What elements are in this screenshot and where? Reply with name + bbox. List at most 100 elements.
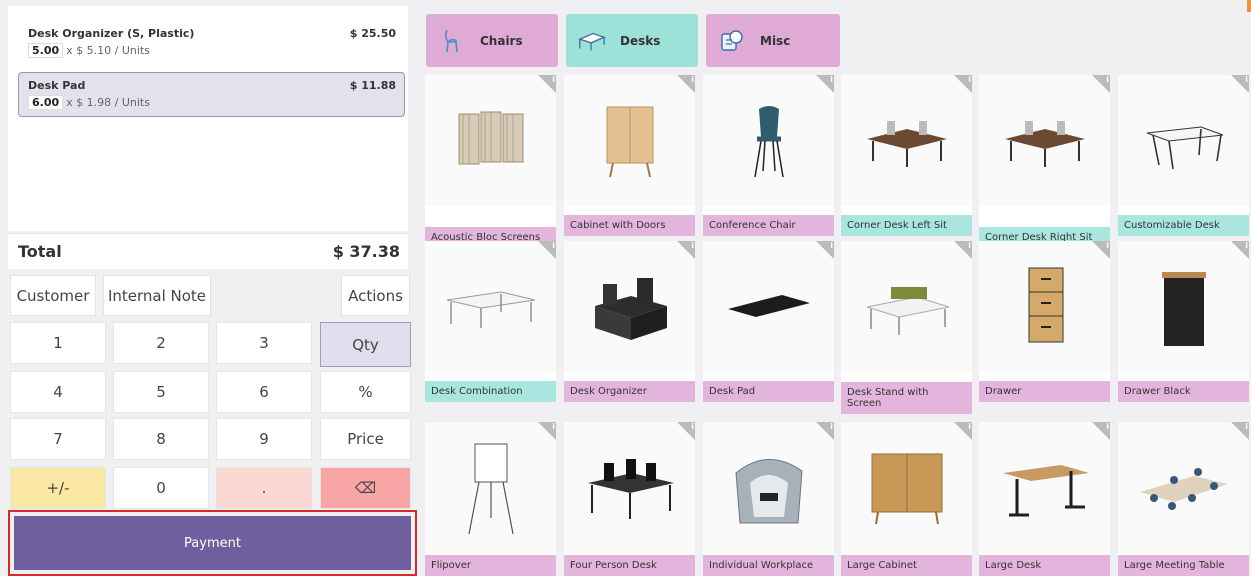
product-info-icon[interactable]: i xyxy=(954,75,972,93)
numpad-key-5[interactable]: 5 xyxy=(113,371,209,413)
product-card[interactable]: i Individual Workplace xyxy=(703,422,834,576)
desk-pad-icon xyxy=(703,241,834,372)
product-info-icon[interactable]: i xyxy=(816,75,834,93)
customer-button[interactable]: Customer xyxy=(10,275,96,316)
product-card[interactable]: i Desk Organizer xyxy=(564,241,695,402)
numpad-key-4[interactable]: 4 xyxy=(10,371,106,413)
numpad-key-2[interactable]: 2 xyxy=(113,322,209,364)
product-info-icon[interactable]: i xyxy=(677,75,695,93)
notification-indicator xyxy=(1247,0,1251,12)
screen-panels-icon xyxy=(425,75,556,206)
desk-combination-icon xyxy=(425,241,556,372)
product-card[interactable]: i Corner Desk Right Sit xyxy=(979,75,1110,248)
numpad-key-9[interactable]: 9 xyxy=(216,418,312,460)
product-info-icon[interactable]: i xyxy=(1231,241,1249,259)
large-cabinet-icon xyxy=(841,422,972,553)
pos-screen: Desk Organizer (S, Plastic) $ 25.50 5.00… xyxy=(0,0,1251,576)
order-line-unit-info: x $ 5.10 / Units xyxy=(66,44,150,57)
product-name: Drawer Black xyxy=(1118,381,1249,402)
order-line-name: Desk Organizer (S, Plastic) xyxy=(28,27,195,40)
product-info-icon[interactable]: i xyxy=(816,241,834,259)
four-desk-icon xyxy=(564,422,695,553)
product-card[interactable]: i Desk Combination xyxy=(425,241,556,402)
drawer-black-icon xyxy=(1118,241,1249,372)
product-info-icon[interactable]: i xyxy=(538,422,556,440)
product-name: Large Meeting Table xyxy=(1118,555,1249,576)
actions-button[interactable]: Actions xyxy=(341,275,410,316)
product-info-icon[interactable]: i xyxy=(954,241,972,259)
product-name: Customizable Desk xyxy=(1118,215,1249,236)
product-info-icon[interactable]: i xyxy=(538,241,556,259)
payment-button-highlight: Payment xyxy=(8,510,417,576)
payment-button[interactable]: Payment xyxy=(14,516,411,570)
product-info-icon[interactable]: i xyxy=(816,422,834,440)
order-line-price: $ 25.50 xyxy=(349,27,396,40)
misc-icon xyxy=(718,27,746,55)
numpad-key-7[interactable]: 7 xyxy=(10,418,106,460)
qty-mode-button[interactable]: Qty xyxy=(320,322,411,367)
order-line-qty: 6.00 xyxy=(28,95,64,110)
product-card[interactable]: i Flipover xyxy=(425,422,556,576)
order-line-selected[interactable]: Desk Pad $ 11.88 6.00 x $ 1.98 / Units xyxy=(18,72,405,117)
category-desks[interactable]: Desks xyxy=(566,14,698,67)
total-value: $ 37.38 xyxy=(332,242,400,261)
product-card[interactable]: i Desk Pad xyxy=(703,241,834,402)
product-name: Corner Desk Left Sit xyxy=(841,215,972,236)
plus-minus-button[interactable]: +/- xyxy=(10,467,106,509)
price-mode-button[interactable]: Price xyxy=(320,418,411,460)
order-lines-panel: Desk Organizer (S, Plastic) $ 25.50 5.00… xyxy=(8,6,408,231)
category-misc[interactable]: Misc xyxy=(706,14,840,67)
numpad-key-1[interactable]: 1 xyxy=(10,322,106,364)
category-label: Misc xyxy=(760,33,791,48)
organizer-icon xyxy=(564,241,695,372)
order-line-info: 6.00 x $ 1.98 / Units xyxy=(28,95,395,110)
category-label: Chairs xyxy=(480,33,523,48)
large-desk-icon xyxy=(979,422,1110,553)
product-info-icon[interactable]: i xyxy=(677,241,695,259)
product-info-icon[interactable]: i xyxy=(1231,422,1249,440)
cabinet-icon xyxy=(564,75,695,206)
decimal-point-button[interactable]: . xyxy=(216,467,312,509)
drawer-icon xyxy=(979,241,1110,372)
product-card[interactable]: i Four Person Desk xyxy=(564,422,695,576)
product-name: Desk Pad xyxy=(703,381,834,402)
chair-icon xyxy=(703,75,834,206)
product-name: Large Cabinet xyxy=(841,555,972,576)
product-card[interactable]: i Acoustic Bloc Screens xyxy=(425,75,556,248)
category-chairs[interactable]: Chairs xyxy=(426,14,558,67)
order-line-info: 5.00 x $ 5.10 / Units xyxy=(28,43,395,58)
flipchart-icon xyxy=(425,422,556,553)
product-card[interactable]: i Cabinet with Doors xyxy=(564,75,695,236)
order-total-row: Total $ 37.38 xyxy=(8,233,408,269)
order-line-name: Desk Pad xyxy=(28,79,86,92)
order-line[interactable]: Desk Organizer (S, Plastic) $ 25.50 5.00… xyxy=(18,20,405,65)
product-info-icon[interactable]: i xyxy=(1092,75,1110,93)
product-name: Desk Combination xyxy=(425,381,556,402)
product-card[interactable]: i Large Desk xyxy=(979,422,1110,576)
product-card[interactable]: i Drawer Black xyxy=(1118,241,1249,402)
product-name: Drawer xyxy=(979,381,1110,402)
backspace-button[interactable]: ⌫ xyxy=(320,467,411,509)
product-card[interactable]: i Customizable Desk xyxy=(1118,75,1249,236)
product-card[interactable]: i Corner Desk Left Sit xyxy=(841,75,972,236)
product-card[interactable]: i Drawer xyxy=(979,241,1110,402)
numpad-key-6[interactable]: 6 xyxy=(216,371,312,413)
product-info-icon[interactable]: i xyxy=(1092,241,1110,259)
internal-note-button[interactable]: Internal Note xyxy=(103,275,211,316)
numpad-key-8[interactable]: 8 xyxy=(113,418,209,460)
product-info-icon[interactable]: i xyxy=(954,422,972,440)
product-info-icon[interactable]: i xyxy=(538,75,556,93)
product-card[interactable]: i Large Cabinet xyxy=(841,422,972,576)
numpad-key-0[interactable]: 0 xyxy=(113,467,209,509)
order-line-qty: 5.00 xyxy=(28,43,64,58)
product-info-icon[interactable]: i xyxy=(677,422,695,440)
numpad-key-3[interactable]: 3 xyxy=(216,322,312,364)
product-name: Individual Workplace xyxy=(703,555,834,576)
discount-mode-button[interactable]: % xyxy=(320,371,411,413)
product-card[interactable]: i Conference Chair xyxy=(703,75,834,236)
product-card[interactable]: i Large Meeting Table xyxy=(1118,422,1249,576)
product-info-icon[interactable]: i xyxy=(1092,422,1110,440)
product-info-icon[interactable]: i xyxy=(1231,75,1249,93)
product-card[interactable]: i Desk Stand with Screen xyxy=(841,241,972,414)
workplace-pod-icon xyxy=(703,422,834,553)
